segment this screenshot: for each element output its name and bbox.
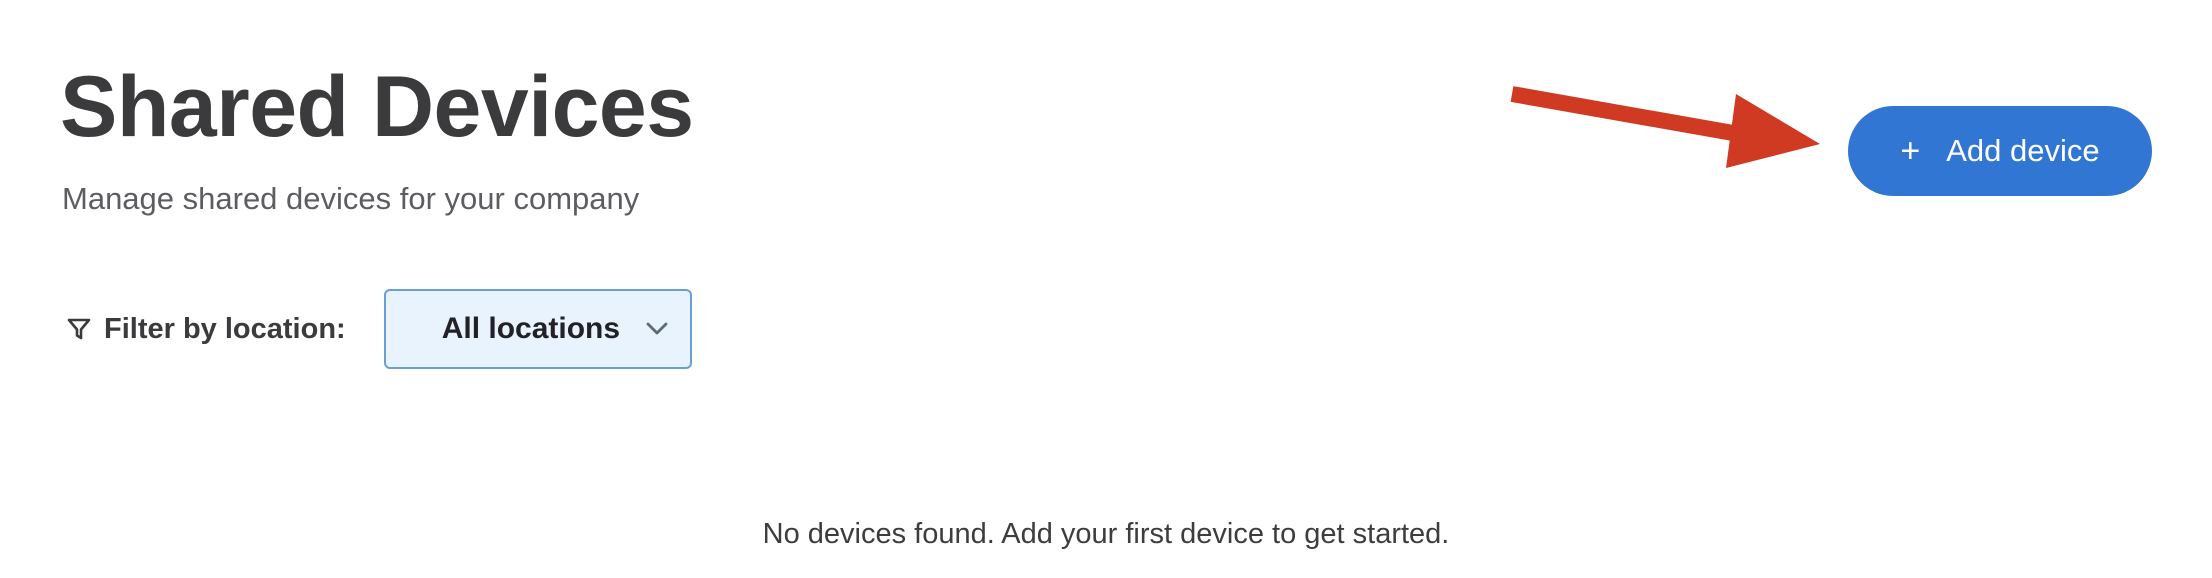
filter-label: Filter by location: xyxy=(104,312,346,345)
funnel-icon xyxy=(66,316,92,342)
empty-state-message: No devices found. Add your first device … xyxy=(762,518,1450,550)
plus-icon: + xyxy=(1900,132,1921,170)
add-device-label: Add device xyxy=(1946,133,2100,168)
page-subtitle: Manage shared devices for your company xyxy=(62,181,640,216)
chevron-down-icon xyxy=(646,322,668,336)
filter-bar: Filter by location: All locations xyxy=(66,288,692,370)
page-title: Shared Devices xyxy=(60,59,694,155)
add-device-button[interactable]: + Add device xyxy=(1848,106,2152,196)
location-select[interactable]: All locations xyxy=(383,289,692,369)
location-select-value: All locations xyxy=(441,312,621,345)
annotation-arrow-icon xyxy=(1510,86,1820,168)
